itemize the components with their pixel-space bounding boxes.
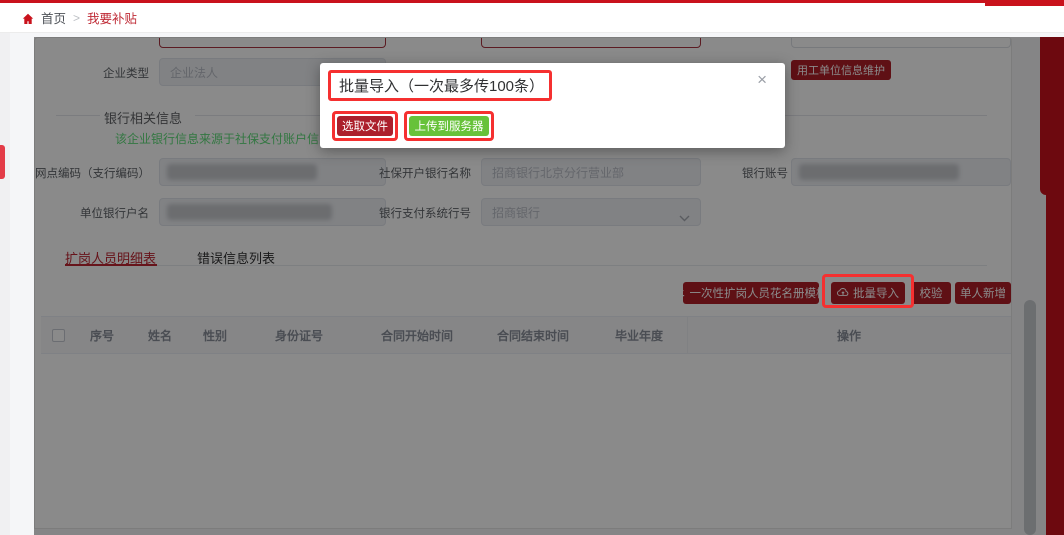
- annotation-select-file: [332, 111, 398, 141]
- annotation-upload: [404, 111, 494, 141]
- breadcrumb: 首页 > 我要补贴: [0, 3, 1064, 33]
- batch-import-modal: 批量导入（一次最多传100条） × 选取文件 上传到服务器: [320, 63, 785, 148]
- close-icon[interactable]: ×: [757, 71, 767, 88]
- breadcrumb-current: 我要补贴: [87, 8, 137, 27]
- page: 首页 > 我要补贴 企业类型 用工单位信息维护 银行相关信息 该企业银行信息来源…: [0, 0, 1064, 535]
- breadcrumb-separator: >: [73, 11, 80, 25]
- left-edge-marker[interactable]: [0, 145, 5, 179]
- modal-title: 批量导入（一次最多传100条）: [339, 75, 544, 96]
- breadcrumb-home[interactable]: 首页: [41, 8, 66, 27]
- annotation-modal-title: 批量导入（一次最多传100条）: [328, 70, 552, 101]
- home-icon[interactable]: [22, 12, 34, 24]
- annotation-batch-import: [822, 274, 914, 308]
- top-progress-bar-segment: [985, 0, 1064, 6]
- left-gutter: [0, 33, 10, 535]
